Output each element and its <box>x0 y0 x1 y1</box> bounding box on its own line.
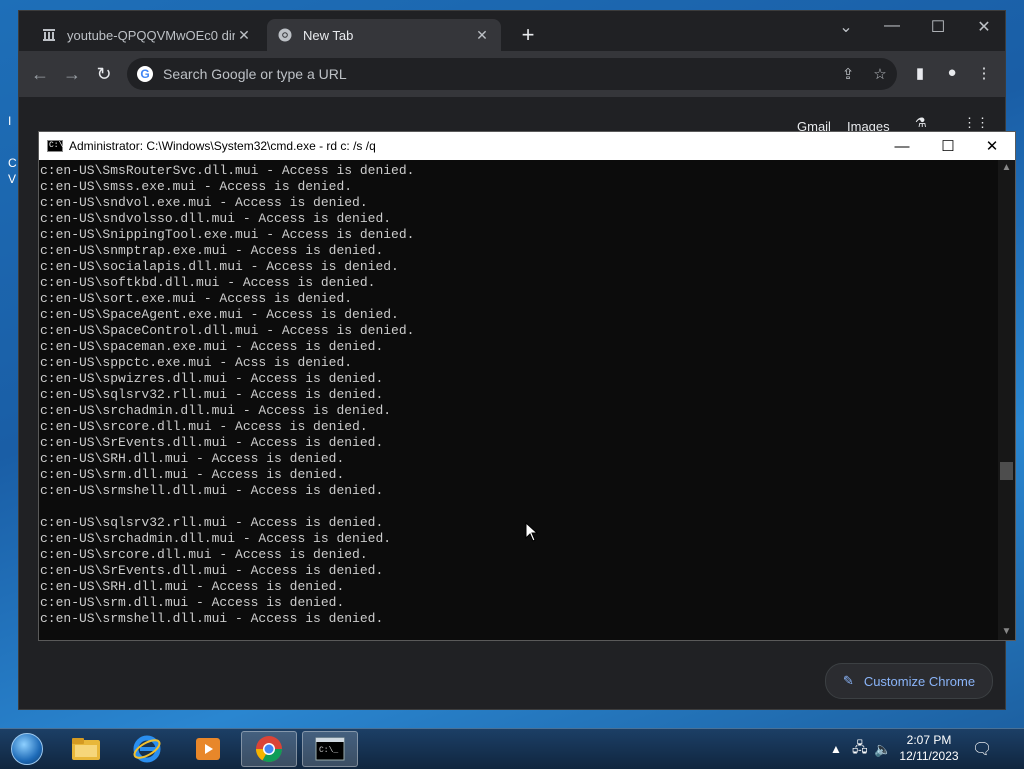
chrome-icon <box>277 27 293 43</box>
taskbar-internet-explorer[interactable] <box>119 731 175 767</box>
console-line: c:en-US\srcore.dll.mui - Access is denie… <box>40 547 368 562</box>
svg-text:C:\_: C:\_ <box>319 746 338 755</box>
minimize-button[interactable]: — <box>879 132 925 160</box>
pencil-icon: ✎ <box>842 673 854 688</box>
desktop-icon-label: I <box>8 114 12 128</box>
console-line: c:en-US\srcore.dll.mui - Access is denie… <box>40 419 368 434</box>
maximize-button[interactable]: ☐ <box>923 17 953 37</box>
console-line: c:en-US\SRH.dll.mui - Access is denied. <box>40 579 345 594</box>
back-button[interactable]: ← <box>29 63 51 85</box>
windows-logo-icon <box>11 733 43 765</box>
console-line: c:en-US\smss.exe.mui - Access is denied. <box>40 179 353 194</box>
taskbar-cmd[interactable]: C:\_ <box>302 731 358 767</box>
clock-time: 2:07 PM <box>906 733 952 747</box>
console-line: c:en-US\SpaceAgent.exe.mui - Access is d… <box>40 307 399 322</box>
close-tab-icon[interactable]: ✕ <box>473 26 491 44</box>
tab-new-tab[interactable]: New Tab ✕ <box>267 19 501 51</box>
console-line: c:en-US\SrEvents.dll.mui - Access is den… <box>40 435 384 450</box>
console-line: c:en-US\srchadmin.dll.mui - Access is de… <box>40 403 392 418</box>
tab-strip: youtube-QPQQVMwOEc0 direct ✕ New Tab ✕ +… <box>19 11 1005 51</box>
browser-toolbar: ← → ↻ G ⇪ ☆ ▮ ● ⋮ <box>19 51 1005 97</box>
taskbar-media-player[interactable] <box>180 731 236 767</box>
cmd-title-bar[interactable]: C:\ Administrator: C:\Windows\System32\c… <box>39 132 1015 160</box>
cmd-icon: C:\ <box>47 140 64 152</box>
console-line: c:en-US\softkbd.dll.mui - Access is deni… <box>40 275 376 290</box>
close-window-button[interactable]: ✕ <box>969 17 999 37</box>
scroll-thumb[interactable] <box>1000 462 1013 480</box>
cmd-icon: C:\_ <box>315 737 345 761</box>
console-line: c:en-US\srchadmin.dll.mui - Access is de… <box>40 531 392 546</box>
console-line: c:en-US\srm.dll.mui - Access is denied. <box>40 467 345 482</box>
console-line: c:en-US\SmsRouterSvc.dll.mui - Access is… <box>40 163 415 178</box>
console-line: c:en-US\srmshell.dll.mui - Access is den… <box>40 483 384 498</box>
taskbar-explorer[interactable] <box>58 731 114 767</box>
tab-title: New Tab <box>303 27 354 43</box>
new-tab-button[interactable]: + <box>517 24 539 47</box>
reload-button[interactable]: ↻ <box>93 63 115 85</box>
labs-icon[interactable]: ⚗ <box>915 115 927 131</box>
console-line: c:en-US\SpaceControl.dll.mui - Access is… <box>40 323 415 338</box>
tab-search-icon[interactable]: ⌄ <box>831 17 861 37</box>
console-line: c:en-US\sqlsrv32.rll.mui - Access is den… <box>40 515 384 530</box>
close-window-button[interactable]: ✕ <box>969 132 1015 160</box>
google-icon: G <box>137 66 153 82</box>
profile-icon[interactable]: ● <box>941 64 963 81</box>
desktop-icon-label: V <box>8 172 17 186</box>
cmd-title: Administrator: C:\Windows\System32\cmd.e… <box>69 139 376 153</box>
address-bar-input[interactable] <box>161 65 897 83</box>
console-line: c:en-US\SRH.dll.mui - Access is denied. <box>40 451 345 466</box>
customize-label: Customize Chrome <box>863 673 976 689</box>
cmd-window: C:\ Administrator: C:\Windows\System32\c… <box>38 131 1016 641</box>
clock-date: 12/11/2023 <box>899 749 959 763</box>
taskbar-chrome[interactable] <box>241 731 297 767</box>
archive-icon <box>41 27 57 43</box>
console-line: c:en-US\snmptrap.exe.mui - Access is den… <box>40 243 384 258</box>
start-button[interactable] <box>4 729 50 769</box>
console-line: c:en-US\sqlsrv32.rll.mui - Access is den… <box>40 387 384 402</box>
console-line: c:en-US\spaceman.exe.mui - Access is den… <box>40 339 384 354</box>
console-line: c:en-US\socialapis.dll.mui - Access is d… <box>40 259 399 274</box>
console-line: c:en-US\sndvolsso.dll.mui - Access is de… <box>40 211 392 226</box>
console-line: c:en-US\sndvol.exe.mui - Access is denie… <box>40 195 368 210</box>
explorer-icon <box>72 738 100 760</box>
maximize-button[interactable]: ☐ <box>925 132 971 160</box>
omnibox[interactable]: G <box>127 58 897 90</box>
forward-button[interactable]: → <box>61 63 83 85</box>
scroll-up-arrow-icon[interactable]: ▲ <box>998 160 1015 176</box>
console-line: c:en-US\sort.exe.mui - Access is denied. <box>40 291 353 306</box>
console-output[interactable]: c:en-US\SmsRouterSvc.dll.mui - Access is… <box>40 162 998 633</box>
console-line: c:en-US\srm.dll.mui - Access is denied. <box>40 595 345 610</box>
internet-explorer-icon <box>133 735 161 763</box>
console-line: c:en-US\SrEvents.dll.mui - Access is den… <box>40 563 384 578</box>
scroll-down-arrow-icon[interactable]: ▼ <box>998 624 1015 640</box>
taskbar: C:\_ ▲ 🖧 🔈 2:07 PM 12/11/2023 🗨 <box>0 728 1024 769</box>
volume-muted-icon[interactable]: 🔈 <box>874 729 891 769</box>
console-line: c:en-US\srmshell.dll.mui - Access is den… <box>40 611 384 626</box>
side-panel-icon[interactable]: ▮ <box>909 64 931 82</box>
share-icon[interactable]: ⇪ <box>837 65 859 83</box>
console-line: c:en-US\SnippingTool.exe.mui - Access is… <box>40 227 415 242</box>
console-line: c:en-US\spwizres.dll.mui - Access is den… <box>40 371 384 386</box>
chrome-icon <box>255 736 283 763</box>
network-icon[interactable]: 🖧 <box>852 729 868 769</box>
minimize-button[interactable]: — <box>877 17 907 35</box>
apps-grid-icon[interactable]: ⋮⋮ <box>963 115 989 131</box>
mouse-cursor-icon <box>525 521 539 547</box>
customize-chrome-button[interactable]: ✎ Customize Chrome <box>825 663 993 699</box>
media-player-icon <box>196 738 220 760</box>
show-hidden-icons-icon[interactable]: ▲ <box>830 729 842 769</box>
bookmark-star-icon[interactable]: ☆ <box>869 65 891 83</box>
desktop-icon-label: C <box>8 156 17 170</box>
system-clock[interactable]: 2:07 PM 12/11/2023 <box>890 732 968 764</box>
cmd-scrollbar[interactable]: ▲ ▼ <box>998 160 1015 640</box>
menu-icon[interactable]: ⋮ <box>973 64 995 82</box>
tab-title: youtube-QPQQVMwOEc0 direct <box>67 27 235 43</box>
close-tab-icon[interactable]: ✕ <box>235 26 253 44</box>
tab-youtube-directory[interactable]: youtube-QPQQVMwOEc0 direct ✕ <box>31 19 263 51</box>
action-center-icon[interactable]: 🗨 <box>972 729 992 769</box>
console-line: c:en-US\sppctc.exe.mui - Acss is denied. <box>40 355 353 370</box>
